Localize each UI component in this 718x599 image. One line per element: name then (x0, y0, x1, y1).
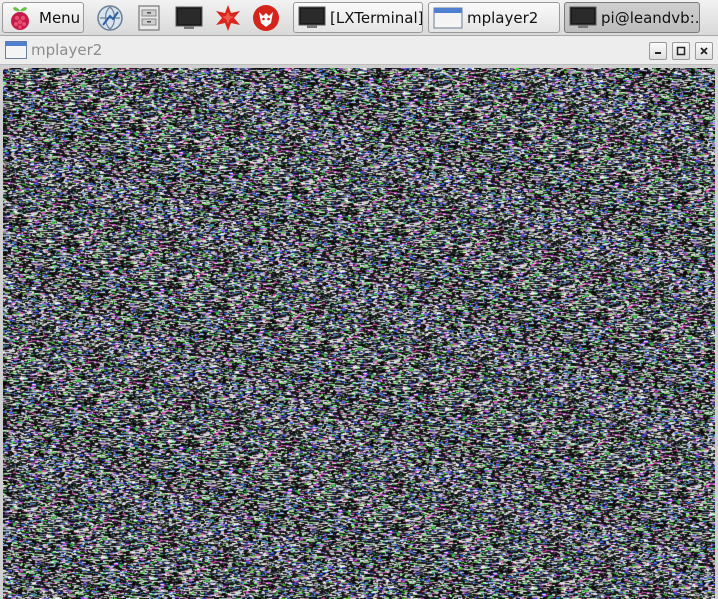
mathematica-icon (216, 5, 240, 31)
terminal-icon (298, 6, 326, 28)
menu-label: Menu (39, 8, 81, 27)
terminal-launcher[interactable] (174, 3, 204, 33)
menu-button[interactable]: Menu (2, 2, 84, 33)
task-lxterminal[interactable]: [LXTerminal] (293, 2, 423, 33)
window-titlebar[interactable]: mplayer2 (0, 36, 718, 65)
window-title: mplayer2 (31, 41, 103, 59)
window-icon (433, 7, 463, 28)
close-button[interactable] (695, 42, 713, 60)
window-icon (5, 41, 27, 59)
web-browser-icon (97, 5, 123, 31)
video-area[interactable] (0, 65, 718, 599)
web-browser-launcher[interactable] (95, 3, 125, 33)
task-label: [LXTerminal] (330, 8, 422, 27)
file-manager-launcher[interactable] (134, 3, 164, 33)
close-icon (700, 47, 708, 55)
task-label: mplayer2 (467, 8, 539, 27)
terminal-icon (569, 6, 597, 28)
minimize-button[interactable] (649, 42, 667, 60)
task-mplayer2[interactable]: mplayer2 (428, 2, 560, 33)
maximize-button[interactable] (672, 42, 690, 60)
taskbar: Menu [LXTerminal] mplayer2 pi@leandvb:..… (0, 0, 718, 36)
file-manager-icon (138, 5, 160, 31)
task-label: pi@leandvb:... (601, 8, 699, 27)
wolfram-icon (253, 5, 279, 31)
video-static-noise (3, 68, 715, 599)
maximize-icon (676, 46, 686, 56)
wolfram-launcher[interactable] (251, 3, 281, 33)
raspberry-pi-icon (11, 6, 29, 30)
minimize-icon (655, 52, 661, 54)
task-pi-leandvb[interactable]: pi@leandvb:... (564, 2, 700, 33)
mathematica-launcher[interactable] (213, 3, 243, 33)
terminal-icon (175, 6, 203, 29)
